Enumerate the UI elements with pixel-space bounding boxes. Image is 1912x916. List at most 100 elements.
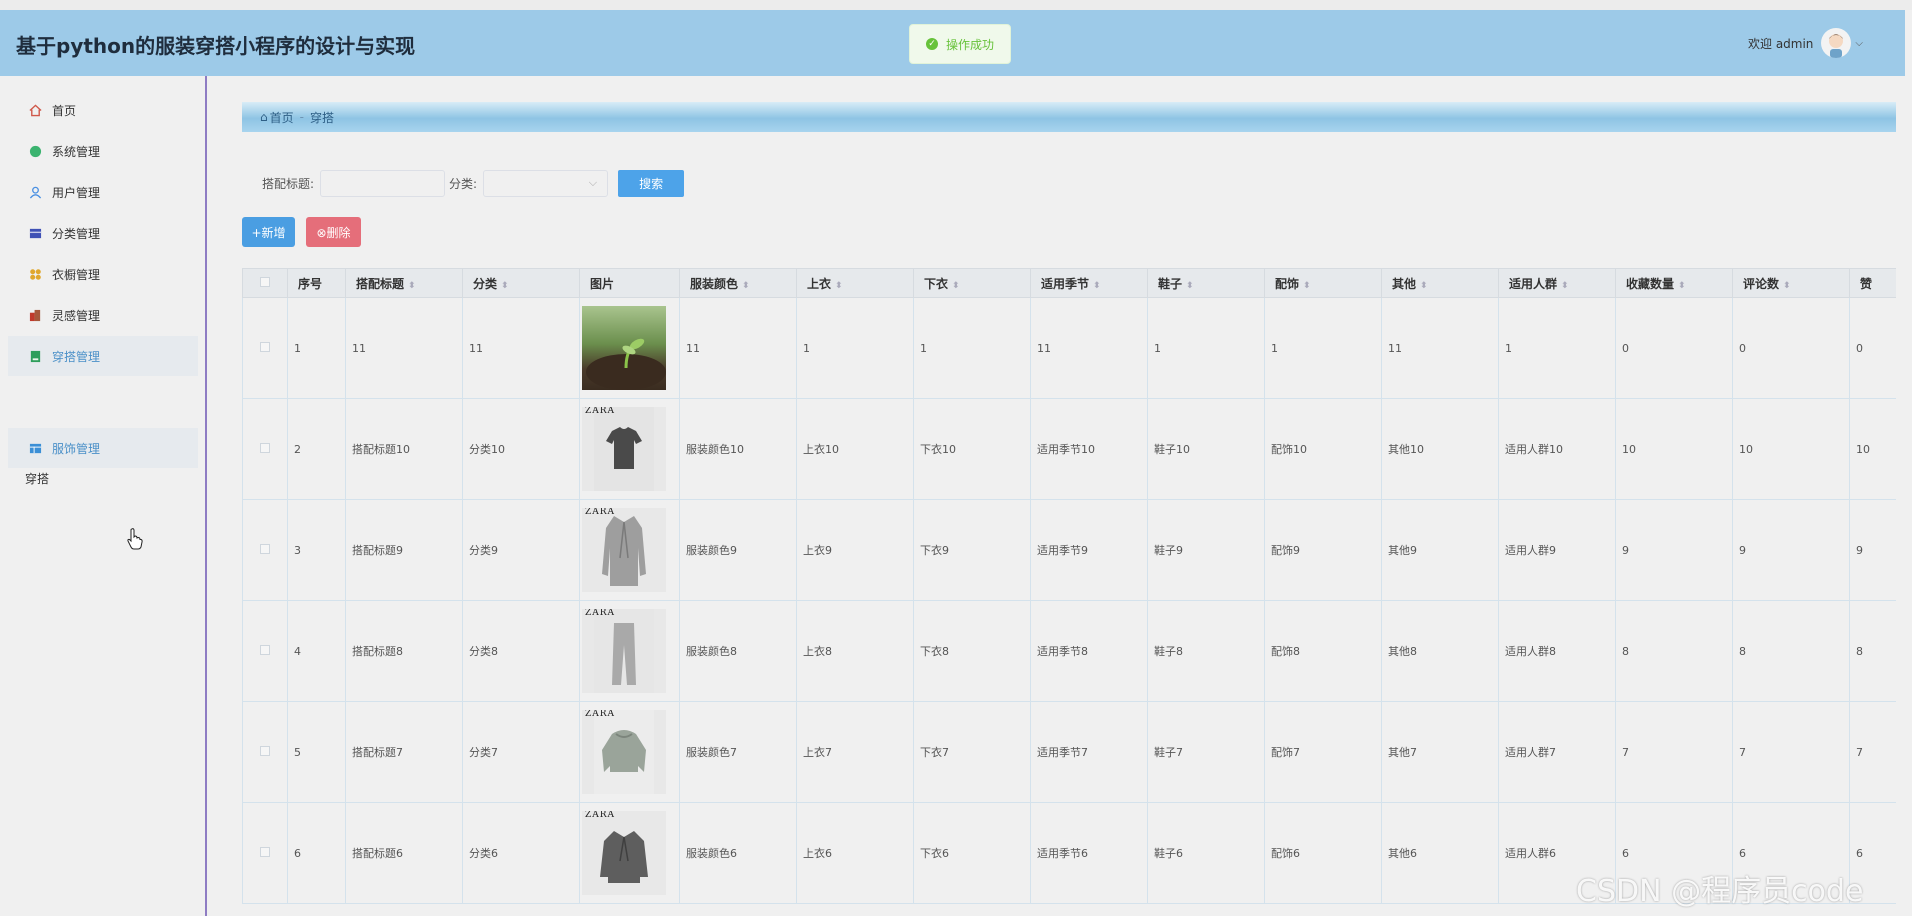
sidebar-item-outfit[interactable]: 穿搭管理 xyxy=(8,336,198,376)
category-filter-select[interactable]: ⌵ xyxy=(483,170,609,197)
title-filter-input[interactable] xyxy=(320,170,446,197)
book-icon xyxy=(28,349,42,363)
cell-comments: 8 xyxy=(1732,600,1850,702)
column-header[interactable]: 下衣 ⬍ xyxy=(913,268,1031,298)
sort-icon: ⬍ xyxy=(1303,280,1311,291)
sidebar-item-system[interactable]: 系统管理 xyxy=(8,131,198,171)
cell-other: 其他6 xyxy=(1381,802,1499,904)
cell-category: 11 xyxy=(462,297,580,399)
cell-likes: 9 xyxy=(1849,499,1896,601)
delete-button[interactable]: ⊗删除 xyxy=(306,217,361,247)
table-row[interactable]: 4 搭配标题8 分类8 ZARA 服装颜色8 上衣8 下衣8 适用季节8 鞋子8 配饰8 其他8 适用… xyxy=(242,600,1896,702)
cell-color: 服装颜色6 xyxy=(679,802,797,904)
sidebar-item-apparel[interactable]: 服饰管理 xyxy=(8,428,198,468)
cell-other: 其他9 xyxy=(1381,499,1499,601)
cell-likes: 10 xyxy=(1849,398,1896,500)
user-icon xyxy=(28,185,42,199)
avatar[interactable] xyxy=(1821,28,1852,58)
user-menu[interactable]: 欢迎 admin ⌵ xyxy=(1748,28,1863,58)
cell-shoes: 鞋子8 xyxy=(1147,600,1265,702)
sidebar-item-category[interactable]: 分类管理 xyxy=(8,213,198,253)
sidebar-item-home[interactable]: 首页 xyxy=(8,90,198,130)
table-row[interactable]: 1 11 11 11 1 1 11 1 1 11 1 0 0 0 xyxy=(242,297,1896,399)
cell-shoes: 鞋子10 xyxy=(1147,398,1265,500)
cell-category: 分类7 xyxy=(462,701,580,803)
cell-shoes: 鞋子6 xyxy=(1147,802,1265,904)
add-button[interactable]: +新增 xyxy=(242,217,295,247)
table-row[interactable]: 2 搭配标题10 分类10 ZARA 服装颜色10 上衣10 下衣10 适用季节10 鞋子10 配… xyxy=(242,398,1896,500)
table-row[interactable]: 3 搭配标题9 分类9 ZARA 服装颜色9 上衣9 下衣9 适用季节9 鞋子9 配饰9 其他9 适用… xyxy=(242,499,1896,601)
column-header[interactable]: 评论数 ⬍ xyxy=(1732,268,1850,298)
outfit-image[interactable]: ZARA xyxy=(579,600,680,702)
column-header[interactable]: 其他 ⬍ xyxy=(1381,268,1499,298)
cell-title: 搭配标题9 xyxy=(345,499,463,601)
column-header[interactable]: 适用人群 ⬍ xyxy=(1498,268,1616,298)
row-checkbox[interactable] xyxy=(242,499,288,601)
cell-favorites: 9 xyxy=(1615,499,1733,601)
sidebar-group-outfit: 穿搭 xyxy=(25,472,50,486)
cell-category: 分类10 xyxy=(462,398,580,500)
sidebar-item-label: 用户管理 xyxy=(52,185,101,200)
select-all-checkbox[interactable] xyxy=(242,268,288,298)
row-checkbox[interactable] xyxy=(242,398,288,500)
browser-top-strip xyxy=(0,0,1912,10)
row-checkbox[interactable] xyxy=(242,802,288,904)
cell-accessory: 配饰6 xyxy=(1264,802,1382,904)
table-row[interactable]: 5 搭配标题7 分类7 ZARA 服装颜色7 上衣7 下衣7 适用季节7 鞋子7 配饰7 其他7 适用… xyxy=(242,701,1896,803)
column-header[interactable]: 鞋子 ⬍ xyxy=(1147,268,1265,298)
cell-title: 搭配标题6 xyxy=(345,802,463,904)
row-checkbox[interactable] xyxy=(242,600,288,702)
cell-season: 适用季节10 xyxy=(1030,398,1148,500)
outfit-image[interactable]: ZARA xyxy=(579,701,680,803)
building-icon xyxy=(28,308,42,322)
home-icon xyxy=(28,103,42,117)
column-header[interactable]: 搭配标题 ⬍ xyxy=(345,268,463,298)
sidebar-item-wardrobe[interactable]: 衣橱管理 xyxy=(8,254,198,294)
cell-category: 分类9 xyxy=(462,499,580,601)
cell-top: 1 xyxy=(796,297,914,399)
sort-icon: ⬍ xyxy=(1186,280,1194,291)
cell-color: 11 xyxy=(679,297,797,399)
breadcrumb: ⌂ 首页 - 穿搭 xyxy=(242,102,1896,132)
column-header[interactable]: 上衣 ⬍ xyxy=(796,268,914,298)
sidebar-item-inspiration[interactable]: 灵感管理 xyxy=(8,295,198,335)
column-header[interactable]: 分类 ⬍ xyxy=(462,268,580,298)
cell-top: 上衣7 xyxy=(796,701,914,803)
sort-icon: ⬍ xyxy=(1783,280,1791,291)
cell-title: 搭配标题8 xyxy=(345,600,463,702)
column-header[interactable]: 适用季节 ⬍ xyxy=(1030,268,1148,298)
outfit-table: 序号 搭配标题 ⬍ 分类 ⬍ 图片 服装颜色 ⬍ 上衣 ⬍ 下衣 ⬍ 适用季节 ⬍ 鞋子 ⬍ … xyxy=(242,268,1896,916)
breadcrumb-home[interactable]: 首页 xyxy=(270,109,294,126)
column-header[interactable]: 赞 xyxy=(1849,268,1896,298)
row-checkbox[interactable] xyxy=(242,297,288,399)
cell-comments: 9 xyxy=(1732,499,1850,601)
outfit-image[interactable]: ZARA xyxy=(579,802,680,904)
toast-text: 操作成功 xyxy=(945,37,994,52)
column-header[interactable]: 服装颜色 ⬍ xyxy=(679,268,797,298)
cell-comments: 0 xyxy=(1732,297,1850,399)
sidebar-item-label: 首页 xyxy=(52,103,77,118)
cell-crowd: 适用人群8 xyxy=(1498,600,1616,702)
chevron-down-icon[interactable]: ⌵ xyxy=(1855,38,1863,49)
cell-no: 5 xyxy=(287,701,346,803)
outfit-image[interactable] xyxy=(579,297,680,399)
search-button[interactable]: 搜索 xyxy=(618,170,685,197)
search-bar: 搭配标题: 分类: ⌵ 搜索 xyxy=(262,170,685,197)
cell-top: 上衣6 xyxy=(796,802,914,904)
sort-icon: ⬍ xyxy=(742,280,750,291)
dot-icon xyxy=(28,144,42,158)
cell-color: 服装颜色9 xyxy=(679,499,797,601)
column-header[interactable]: 收藏数量 ⬍ xyxy=(1615,268,1733,298)
sidebar-item-users[interactable]: 用户管理 xyxy=(8,172,198,212)
row-checkbox[interactable] xyxy=(242,701,288,803)
welcome-text: 欢迎 admin xyxy=(1748,36,1814,51)
column-header[interactable]: 配饰 ⬍ xyxy=(1264,268,1382,298)
home-icon[interactable]: ⌂ xyxy=(260,110,268,124)
outfit-image[interactable]: ZARA xyxy=(579,499,680,601)
table-icon xyxy=(28,441,42,455)
cell-other: 其他7 xyxy=(1381,701,1499,803)
cell-no: 6 xyxy=(287,802,346,904)
cell-season: 11 xyxy=(1030,297,1148,399)
outfit-image[interactable]: ZARA xyxy=(579,398,680,500)
cell-other: 其他8 xyxy=(1381,600,1499,702)
